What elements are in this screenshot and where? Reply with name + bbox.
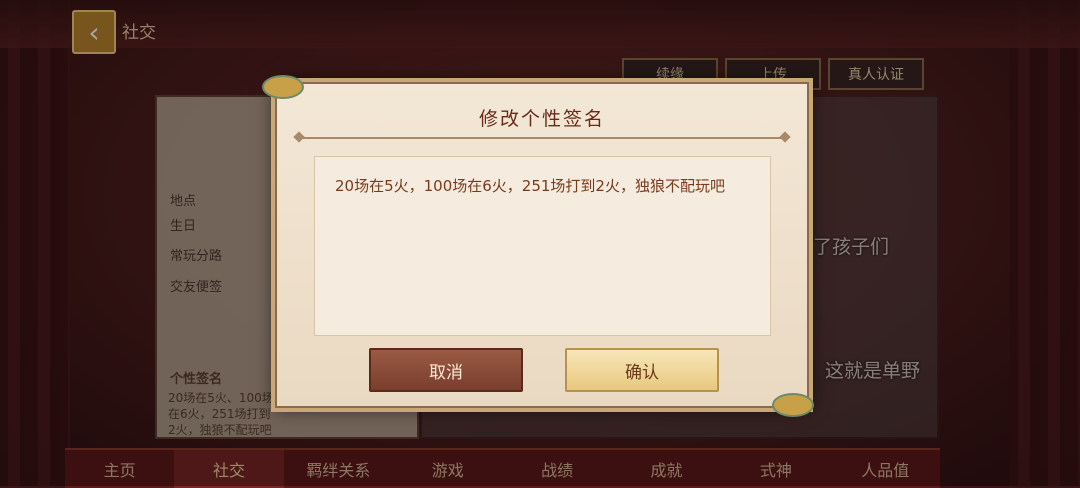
dialog-divider [299,137,785,139]
dialog-title: 修改个性签名 [478,108,605,130]
edit-signature-dialog: 修改个性签名 20场在5火，100场在6火，251场打到2火，独狼不配玩吧 取消… [275,82,809,408]
ornament-knot-icon [772,393,814,417]
confirm-button[interactable]: 确认 [565,348,719,392]
signature-input-value: 20场在5火，100场在6火，251场打到2火，独狼不配玩吧 [335,177,725,195]
cancel-button[interactable]: 取消 [369,348,523,392]
signature-input[interactable]: 20场在5火，100场在6火，251场打到2火，独狼不配玩吧 [314,156,771,336]
ornament-knot-icon [262,75,304,99]
